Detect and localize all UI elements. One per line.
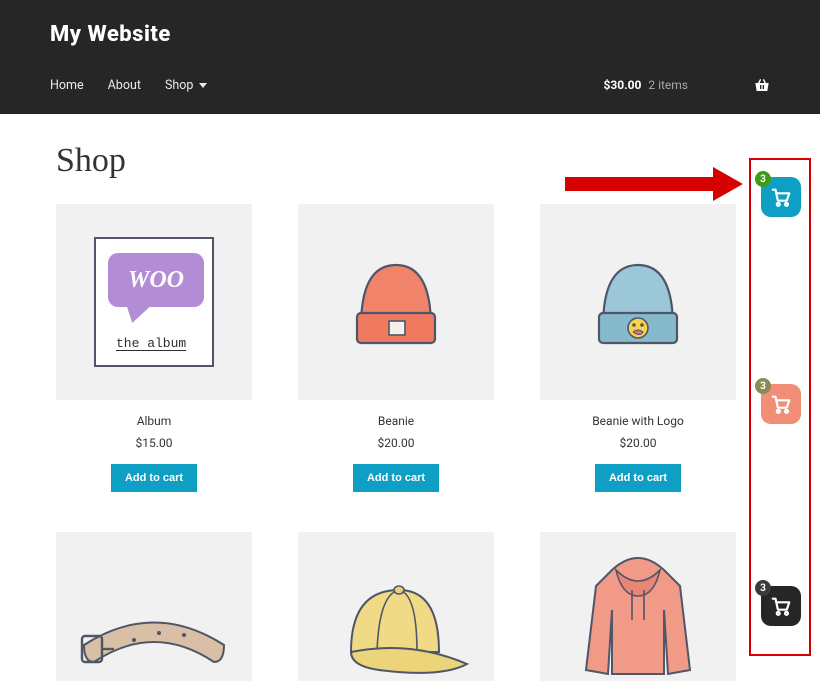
product-name: Album [56,414,252,428]
product-thumbnail [540,204,736,400]
cart-item-count: 2 items [648,78,688,92]
nav-shop-label: Shop [165,78,193,93]
floating-cart-button-coral[interactable]: 3 [761,384,801,424]
beanie-logo-icon [579,243,697,361]
product-grid: WOO the album Album $15.00 Add to cart B… [56,204,770,681]
beanie-icon [337,243,455,361]
cap-icon [321,570,471,680]
chevron-down-icon [199,83,207,88]
product-thumbnail [540,532,736,681]
nav-about[interactable]: About [108,78,141,93]
basket-icon[interactable] [754,77,770,93]
product-card[interactable] [56,532,252,681]
product-thumbnail [298,532,494,681]
nav-home[interactable]: Home [50,78,84,93]
cart-icon [770,393,792,415]
hoodie-icon [568,540,708,680]
site-title[interactable]: My Website [50,22,770,47]
belt-icon [74,590,234,680]
cart-icon [770,595,792,617]
product-thumbnail: WOO the album [56,204,252,400]
primary-nav: Home About Shop [50,78,207,93]
product-thumbnail [298,204,494,400]
product-price: $20.00 [298,436,494,450]
cart-badge: 3 [755,580,771,596]
woo-album-art: WOO the album [94,237,214,367]
add-to-cart-button[interactable]: Add to cart [111,464,197,492]
page-title: Shop [56,142,770,180]
product-name: Beanie with Logo [540,414,736,428]
product-name: Beanie [298,414,494,428]
floating-cart-button-teal[interactable]: 3 [761,177,801,217]
nav-shop[interactable]: Shop [165,78,207,93]
cart-badge: 3 [755,378,771,394]
cart-summary: $30.00 2 items [603,78,688,92]
site-header: My Website Home About Shop $30.00 2 item… [0,0,820,114]
product-card[interactable]: Beanie with Logo $20.00 Add to cart [540,204,736,492]
product-card[interactable] [298,532,494,681]
product-card[interactable]: Beanie $20.00 Add to cart [298,204,494,492]
woo-logo-text: WOO [128,267,184,294]
floating-cart-button-dark[interactable]: 3 [761,586,801,626]
nav-bar: Home About Shop $30.00 2 items [50,77,770,93]
product-card[interactable]: WOO the album Album $15.00 Add to cart [56,204,252,492]
product-card[interactable] [540,532,736,681]
cart-icon [770,186,792,208]
product-price: $15.00 [56,436,252,450]
header-cart[interactable]: $30.00 2 items [603,77,770,93]
product-price: $20.00 [540,436,736,450]
product-thumbnail [56,532,252,681]
add-to-cart-button[interactable]: Add to cart [595,464,681,492]
woo-subtext: the album [116,336,186,351]
add-to-cart-button[interactable]: Add to cart [353,464,439,492]
cart-total: $30.00 [603,78,641,92]
main-content: Shop WOO the album Album $15.00 Add to c… [0,114,820,681]
cart-badge: 3 [755,171,771,187]
